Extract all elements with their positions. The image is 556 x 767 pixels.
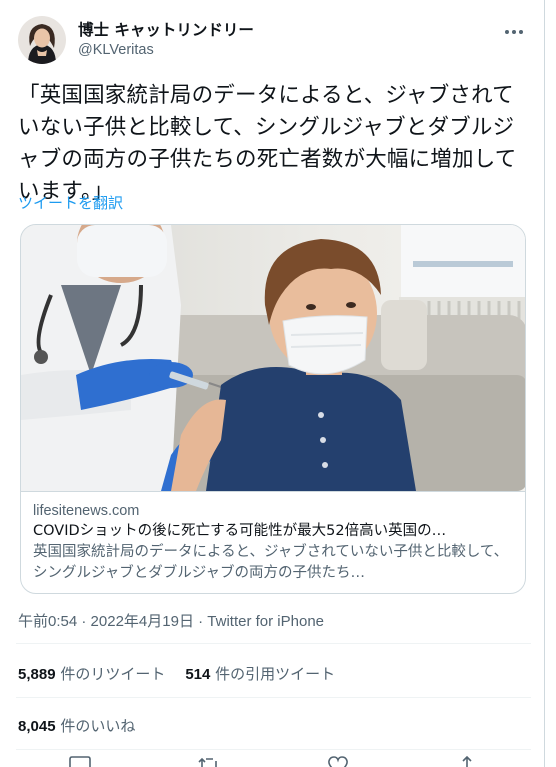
author-names: 博士 キャットリンドリー @KLVeritas xyxy=(78,20,254,60)
tweet-detail: 博士 キャットリンドリー @KLVeritas 「英国国家統計局のデータによると… xyxy=(16,0,531,767)
divider xyxy=(16,749,531,750)
card-description: 英国国家統計局のデータによると、ジャブされていない子供と比較して、シングルジャブ… xyxy=(33,544,509,581)
likes-stats-row: 8,045 件のいいね xyxy=(18,715,135,736)
card-image xyxy=(21,225,525,491)
card-domain: lifesitenews.com xyxy=(33,503,140,519)
tweet-text: 「英国国家統計局のデータによると、ジャブされていない子供と比較して、シングルジャ… xyxy=(18,83,517,204)
retweets-label: 件のリツイート xyxy=(55,665,166,683)
divider xyxy=(16,643,531,644)
card-info: lifesitenews.com COVIDショットの後に死亡する可能性が最大5… xyxy=(21,491,525,593)
author-handle[interactable]: @KLVeritas xyxy=(78,40,254,60)
action-bar xyxy=(16,755,531,767)
tweet-meta: 午前0:54 · 2022年4月19日 · Twitter for iPhone xyxy=(18,610,324,631)
retweets-stat[interactable]: 5,889 件のリツイート xyxy=(18,663,165,684)
retweet-stats-row: 5,889 件のリツイート 514 件の引用ツイート xyxy=(18,663,335,684)
tweet-date[interactable]: 2022年4月19日 xyxy=(91,613,194,630)
quotes-count: 514 xyxy=(185,666,211,683)
tweet-source: Twitter for iPhone xyxy=(207,613,325,630)
retweet-icon[interactable] xyxy=(197,755,221,767)
quotes-label: 件の引用ツイート xyxy=(210,665,336,683)
divider xyxy=(16,697,531,698)
likes-count: 8,045 xyxy=(18,718,56,735)
more-dots-icon[interactable] xyxy=(499,22,529,42)
share-icon[interactable] xyxy=(455,755,479,767)
meta-separator: · xyxy=(77,613,91,630)
card-title: COVIDショットの後に死亡する可能性が最大52倍高い英国の… xyxy=(33,523,447,539)
link-preview-card[interactable]: lifesitenews.com COVIDショットの後に死亡する可能性が最大5… xyxy=(20,224,526,594)
translate-tweet-link[interactable]: ツイートを翻訳 xyxy=(18,192,123,213)
author-display-name[interactable]: 博士 キャットリンドリー xyxy=(78,20,254,40)
likes-stat[interactable]: 8,045 件のいいね xyxy=(18,715,135,736)
meta-separator: · xyxy=(193,613,208,630)
right-frame-edge xyxy=(544,0,556,767)
tweet-header: 博士 キャットリンドリー @KLVeritas xyxy=(16,14,531,70)
heart-icon[interactable] xyxy=(326,755,350,767)
author-avatar[interactable] xyxy=(18,16,66,64)
quotes-stat[interactable]: 514 件の引用ツイート xyxy=(185,663,335,684)
tweet-time[interactable]: 午前0:54 xyxy=(18,613,77,630)
retweets-count: 5,889 xyxy=(18,666,56,683)
likes-label: 件のいいね xyxy=(55,717,136,735)
reply-icon[interactable] xyxy=(68,755,92,767)
